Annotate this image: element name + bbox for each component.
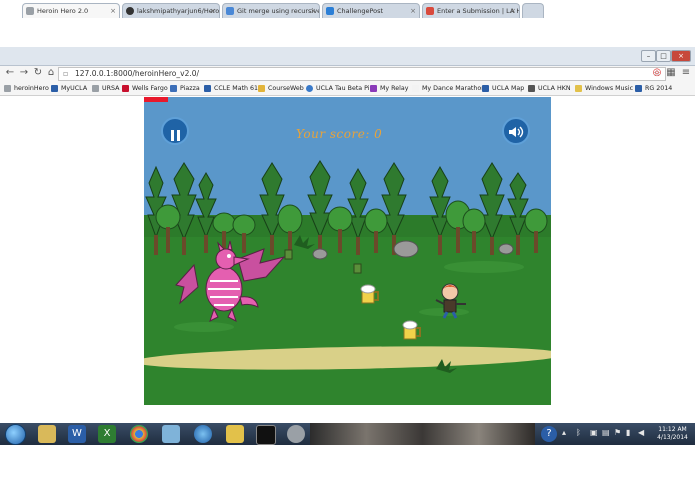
bookmark-my-relay[interactable]: My Relay xyxy=(370,83,408,94)
network-icon[interactable]: ▮ xyxy=(626,428,630,437)
bookmark-ursa[interactable]: URSA xyxy=(92,83,119,94)
bookmark-piazza-icon xyxy=(170,85,177,92)
clock-date: 4/13/2014 xyxy=(657,434,688,441)
bookmark-piazza[interactable]: Piazza xyxy=(170,83,200,94)
tab-label: Git merge using recursive xyxy=(237,7,320,15)
bookmark-windows-music[interactable]: Windows Music xyxy=(575,83,633,94)
bookmark-ucla-icon xyxy=(51,85,58,92)
address-text: 127.0.0.1:8000/heroinHero_v2.0/ xyxy=(75,69,200,78)
tab-label: Heroin Hero 2.0 xyxy=(37,7,89,15)
page-favicon-icon xyxy=(26,7,34,15)
terminal-icon[interactable] xyxy=(256,425,276,445)
scenery-layer xyxy=(145,160,548,373)
bookmark-courseweb-icon xyxy=(258,85,265,92)
bookmark-hkn-icon xyxy=(528,85,535,92)
bookmark-rg-2014[interactable]: RG 2014 xyxy=(635,83,672,94)
excel-icon[interactable]: X xyxy=(98,425,116,443)
new-tab-button[interactable] xyxy=(522,3,544,18)
chrome-icon[interactable] xyxy=(130,425,148,443)
address-bar[interactable]: ▫ 127.0.0.1:8000/heroinHero_v2.0/ ☆ xyxy=(58,67,666,81)
maximize-icon[interactable]: □ xyxy=(656,50,671,62)
beer-mug xyxy=(360,284,379,304)
bookmark-page-icon xyxy=(92,85,99,92)
bookmark-dance-marathon[interactable]: My Dance Marathon xyxy=(412,83,485,94)
bookmark-ucla-icon xyxy=(635,85,642,92)
desktop-wallpaper-strip xyxy=(310,423,535,445)
sticky-notes-icon[interactable] xyxy=(226,425,244,443)
tab-label: lakshmipathyarjun6/Hero xyxy=(137,7,220,15)
bookmark-heroinhero[interactable]: heroinHero xyxy=(4,83,49,94)
close-tab-icon[interactable]: × xyxy=(310,4,316,18)
system-clock[interactable]: 11:12 AM 4/13/2014 xyxy=(650,426,695,442)
page-info-icon[interactable]: ▫ xyxy=(63,68,68,80)
close-tab-icon[interactable]: × xyxy=(210,4,216,18)
pause-button[interactable] xyxy=(161,117,189,145)
app-icon[interactable] xyxy=(287,425,305,443)
app-icon[interactable] xyxy=(162,425,180,443)
back-arrow-icon[interactable]: ← xyxy=(4,66,16,80)
forward-arrow-icon[interactable]: → xyxy=(18,66,30,80)
home-icon[interactable]: ⌂ xyxy=(45,66,57,80)
bookmark-tau-beta-pi[interactable]: UCLA Tau Beta Pi xyxy=(306,83,370,94)
pause-icon xyxy=(170,126,180,145)
start-button[interactable] xyxy=(5,424,26,445)
tab-git-merge[interactable]: Git merge using recursive × xyxy=(222,3,320,18)
tab-label: Enter a Submission | LA H xyxy=(437,7,520,15)
tab-enter-submission[interactable]: Enter a Submission | LA H × xyxy=(422,3,520,18)
file-explorer-icon[interactable] xyxy=(38,425,56,443)
close-tab-icon[interactable]: × xyxy=(510,4,516,18)
reload-icon[interactable]: ↻ xyxy=(32,66,44,80)
tab-github[interactable]: lakshmipathyarjun6/Hero × xyxy=(122,3,220,18)
close-tab-icon[interactable]: × xyxy=(110,4,116,18)
close-tab-icon[interactable]: × xyxy=(410,4,416,18)
tray-app-icon[interactable]: ▤ xyxy=(602,428,610,437)
bookmark-wells-fargo-icon xyxy=(122,85,129,92)
minimize-icon[interactable]: – xyxy=(641,50,656,62)
folder-icon xyxy=(575,85,582,92)
extension-icon[interactable]: ▦ xyxy=(665,66,677,80)
tab-challengepost[interactable]: ChallengePost × xyxy=(322,3,420,18)
game-canvas[interactable]: Your score: 0 xyxy=(144,97,551,405)
tray-app-icon[interactable]: ▣ xyxy=(590,428,598,437)
beer-mug xyxy=(402,320,421,340)
bookmark-ccle[interactable]: CCLE Math 61 xyxy=(204,83,258,94)
score-display: Your score: 0 xyxy=(296,127,383,141)
bookmark-globe-icon xyxy=(306,85,313,92)
tray-arrow-icon[interactable]: ▴ xyxy=(562,428,566,437)
bookmark-ucla-map[interactable]: UCLA Map xyxy=(482,83,524,94)
clock-time: 11:12 AM xyxy=(658,426,687,433)
bookmark-page-icon xyxy=(412,85,419,92)
forest-trees xyxy=(145,160,548,255)
bookmark-myucla[interactable]: MyUCLA xyxy=(51,83,87,94)
github-favicon-icon xyxy=(126,7,134,15)
dragon-player xyxy=(175,240,286,322)
bookmark-page-icon xyxy=(4,85,11,92)
word-icon[interactable]: W xyxy=(68,425,86,443)
page-favicon-icon xyxy=(226,7,234,15)
page-favicon-icon xyxy=(326,7,334,15)
menu-icon[interactable]: ≡ xyxy=(680,66,692,80)
action-center-icon[interactable]: ⚑ xyxy=(614,428,621,437)
sound-button[interactable] xyxy=(502,117,530,145)
help-icon[interactable]: ? xyxy=(541,426,557,442)
bookmark-ucla-hkn[interactable]: UCLA HKN xyxy=(528,83,571,94)
bookmark-ucla-icon xyxy=(204,85,211,92)
bookmark-courseweb[interactable]: CourseWeb xyxy=(258,83,304,94)
speaker-icon xyxy=(509,126,524,138)
bookmark-ucla-icon xyxy=(482,85,489,92)
tab-label: ChallengePost xyxy=(337,7,384,15)
opera-extension-icon[interactable]: ◎ xyxy=(651,66,663,80)
tab-strip xyxy=(0,47,695,66)
rocks xyxy=(312,240,514,260)
page-favicon-icon xyxy=(426,7,434,15)
media-player-icon[interactable] xyxy=(194,425,212,443)
bookmark-relay-icon xyxy=(370,85,377,92)
bookmark-wells-fargo[interactable]: Wells Fargo xyxy=(122,83,168,94)
close-window-icon[interactable]: × xyxy=(671,50,691,62)
volume-icon[interactable]: ◀ xyxy=(638,428,644,437)
bluetooth-icon[interactable]: ᛒ xyxy=(576,428,581,437)
tab-heroin-hero[interactable]: Heroin Hero 2.0 × xyxy=(22,3,120,18)
